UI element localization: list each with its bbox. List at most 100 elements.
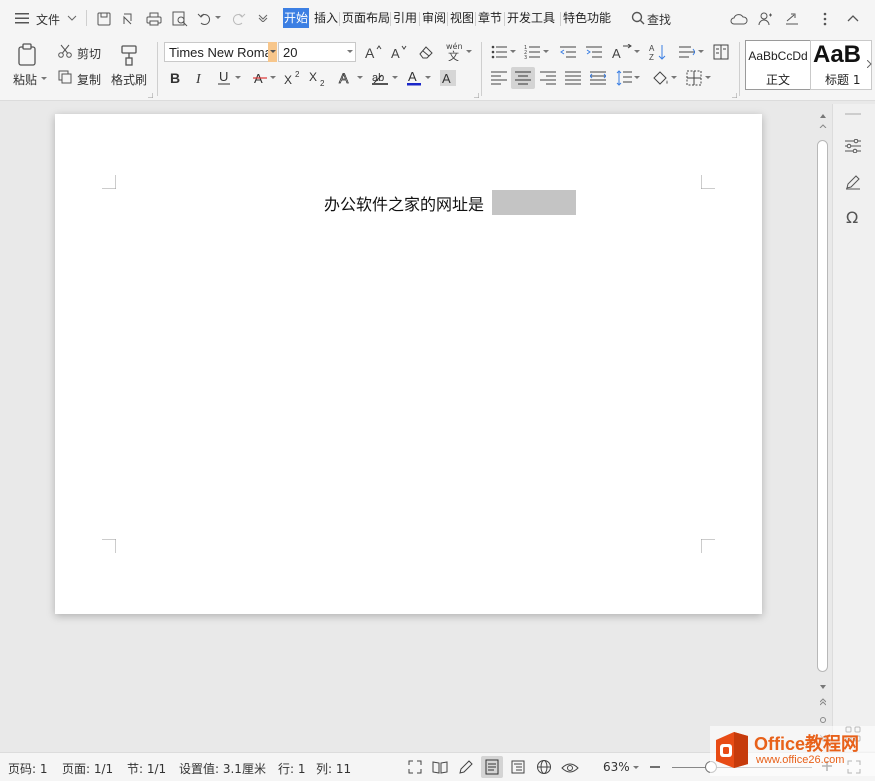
font-size-dropdown-icon[interactable] (346, 48, 354, 56)
task-pane-grip-icon[interactable] (843, 108, 863, 122)
highlight-dropdown-icon[interactable] (391, 74, 399, 82)
numbered-list-dropdown-icon[interactable] (542, 48, 550, 56)
bullet-list-dropdown-icon[interactable] (509, 48, 517, 56)
strikethrough-icon[interactable]: A (251, 68, 269, 88)
tab-developer[interactable]: 开发工具 (506, 8, 556, 28)
shading-dropdown-icon[interactable] (670, 74, 678, 82)
document-page[interactable]: 办公软件之家的网址是 (55, 114, 762, 614)
tab-home[interactable]: 开始 (283, 8, 310, 28)
zoom-out-icon[interactable] (648, 761, 662, 773)
redo-icon[interactable] (229, 10, 247, 28)
align-center-icon[interactable] (511, 67, 535, 89)
document-text[interactable]: 办公软件之家的网址是 (324, 191, 484, 215)
undo-dropdown-icon[interactable] (214, 12, 222, 24)
search-label[interactable]: 查找 (647, 11, 671, 28)
previous-page-icon[interactable] (818, 697, 828, 707)
character-shading-icon[interactable]: A (438, 68, 458, 88)
tab-insert[interactable]: 插入 (313, 8, 339, 28)
tab-references[interactable]: 引用 (392, 8, 418, 28)
more-options-icon[interactable] (820, 10, 830, 28)
status-section[interactable]: 节: 1/1 (127, 760, 166, 777)
clipboard-launcher-icon[interactable] (147, 92, 153, 98)
format-painter-icon[interactable] (117, 42, 141, 68)
decrease-indent-icon[interactable] (558, 42, 578, 62)
undo-icon[interactable] (196, 10, 214, 28)
page-view-icon[interactable] (481, 756, 503, 778)
tab-page-layout[interactable]: 页面布局 (341, 8, 391, 28)
search-icon[interactable] (630, 10, 646, 26)
print-preview-icon[interactable] (171, 10, 189, 28)
italic-icon[interactable]: I (191, 68, 209, 88)
adjust-settings-icon[interactable] (843, 136, 863, 156)
fullscreen-icon[interactable] (406, 758, 424, 776)
paste-icon[interactable] (16, 42, 40, 68)
columns-icon[interactable] (711, 42, 731, 62)
sort-icon[interactable]: AZ (648, 42, 668, 62)
tab-view[interactable]: 视图 (449, 8, 475, 28)
increase-indent-icon[interactable] (584, 42, 604, 62)
status-setting-value[interactable]: 设置值: 3.1厘米 (179, 760, 266, 777)
font-size-select[interactable]: 20 (278, 42, 356, 62)
font-family-dropdown-icon[interactable] (268, 42, 277, 62)
status-page-number[interactable]: 页码: 1 (8, 760, 48, 777)
numbered-list-icon[interactable]: 123 (522, 42, 542, 62)
style-heading-1[interactable]: AaB 标题 1 (810, 40, 872, 90)
bullet-list-icon[interactable] (489, 42, 509, 62)
status-column[interactable]: 列: 11 (316, 760, 351, 777)
paragraph-launcher-icon[interactable] (731, 92, 737, 98)
phonetic-guide-icon[interactable]: wén 文 (443, 40, 465, 62)
superscript-icon[interactable]: X2 (283, 68, 303, 88)
clear-formatting-eraser-icon[interactable] (416, 42, 436, 62)
zoom-level[interactable]: 63% (603, 760, 630, 774)
line-spacing-dropdown-icon[interactable] (633, 74, 641, 82)
symbol-omega-icon[interactable]: Ω (843, 207, 863, 227)
scroll-up-arrow-icon[interactable] (818, 112, 828, 120)
text-direction-icon[interactable]: A (611, 42, 633, 62)
grow-font-icon[interactable]: A (363, 42, 383, 62)
collapse-ribbon-icon[interactable] (845, 11, 861, 25)
web-layout-globe-icon[interactable] (535, 758, 553, 776)
outline-view-icon[interactable] (509, 758, 527, 776)
borders-icon[interactable] (684, 68, 704, 88)
line-spacing-icon[interactable] (614, 68, 634, 88)
copy-icon[interactable] (57, 69, 73, 85)
font-color-icon[interactable]: A (404, 68, 424, 88)
scroll-up-page-icon[interactable] (818, 124, 828, 128)
write-mode-icon[interactable] (457, 758, 475, 776)
tab-chapter[interactable]: 章节 (477, 8, 503, 28)
save-icon[interactable] (95, 10, 113, 28)
text-direction-dropdown-icon[interactable] (633, 48, 641, 56)
tab-special-features[interactable]: 特色功能 (562, 8, 612, 28)
shrink-font-icon[interactable]: A (389, 42, 409, 62)
show-paragraph-marks-icon[interactable] (677, 42, 697, 62)
scissors-icon[interactable] (57, 43, 73, 59)
export-pdf-icon[interactable] (119, 10, 137, 28)
subscript-icon[interactable]: X2 (308, 68, 328, 88)
align-right-icon[interactable] (538, 68, 558, 88)
customize-quick-access-icon[interactable] (256, 12, 270, 24)
pen-edit-icon[interactable] (843, 172, 863, 192)
style-normal[interactable]: AaBbCcDd 正文 (745, 40, 811, 90)
underline-icon[interactable]: U (215, 68, 233, 88)
chevron-down-icon[interactable] (66, 12, 78, 24)
eye-protection-icon[interactable] (561, 758, 579, 776)
collaborate-user-icon[interactable] (756, 10, 774, 28)
scroll-down-arrow-icon[interactable] (818, 683, 828, 691)
bold-icon[interactable]: B (166, 68, 184, 88)
cut-label[interactable]: 剪切 (77, 45, 101, 62)
paste-label[interactable]: 粘贴 (13, 71, 37, 88)
zoom-dropdown-icon[interactable] (632, 765, 640, 771)
text-effects-icon[interactable]: A (336, 68, 356, 88)
strikethrough-dropdown-icon[interactable] (269, 74, 277, 82)
paste-dropdown-icon[interactable] (40, 76, 48, 82)
browse-object-icon[interactable] (818, 715, 828, 725)
status-pages[interactable]: 页面: 1/1 (62, 760, 113, 777)
status-row[interactable]: 行: 1 (278, 760, 306, 777)
shading-fill-icon[interactable] (650, 68, 670, 88)
format-painter-label[interactable]: 格式刷 (111, 71, 147, 88)
file-menu[interactable]: 文件 (36, 11, 60, 28)
print-icon[interactable] (145, 10, 163, 28)
share-icon[interactable] (783, 10, 801, 28)
copy-label[interactable]: 复制 (77, 71, 101, 88)
text-effects-dropdown-icon[interactable] (356, 74, 364, 82)
